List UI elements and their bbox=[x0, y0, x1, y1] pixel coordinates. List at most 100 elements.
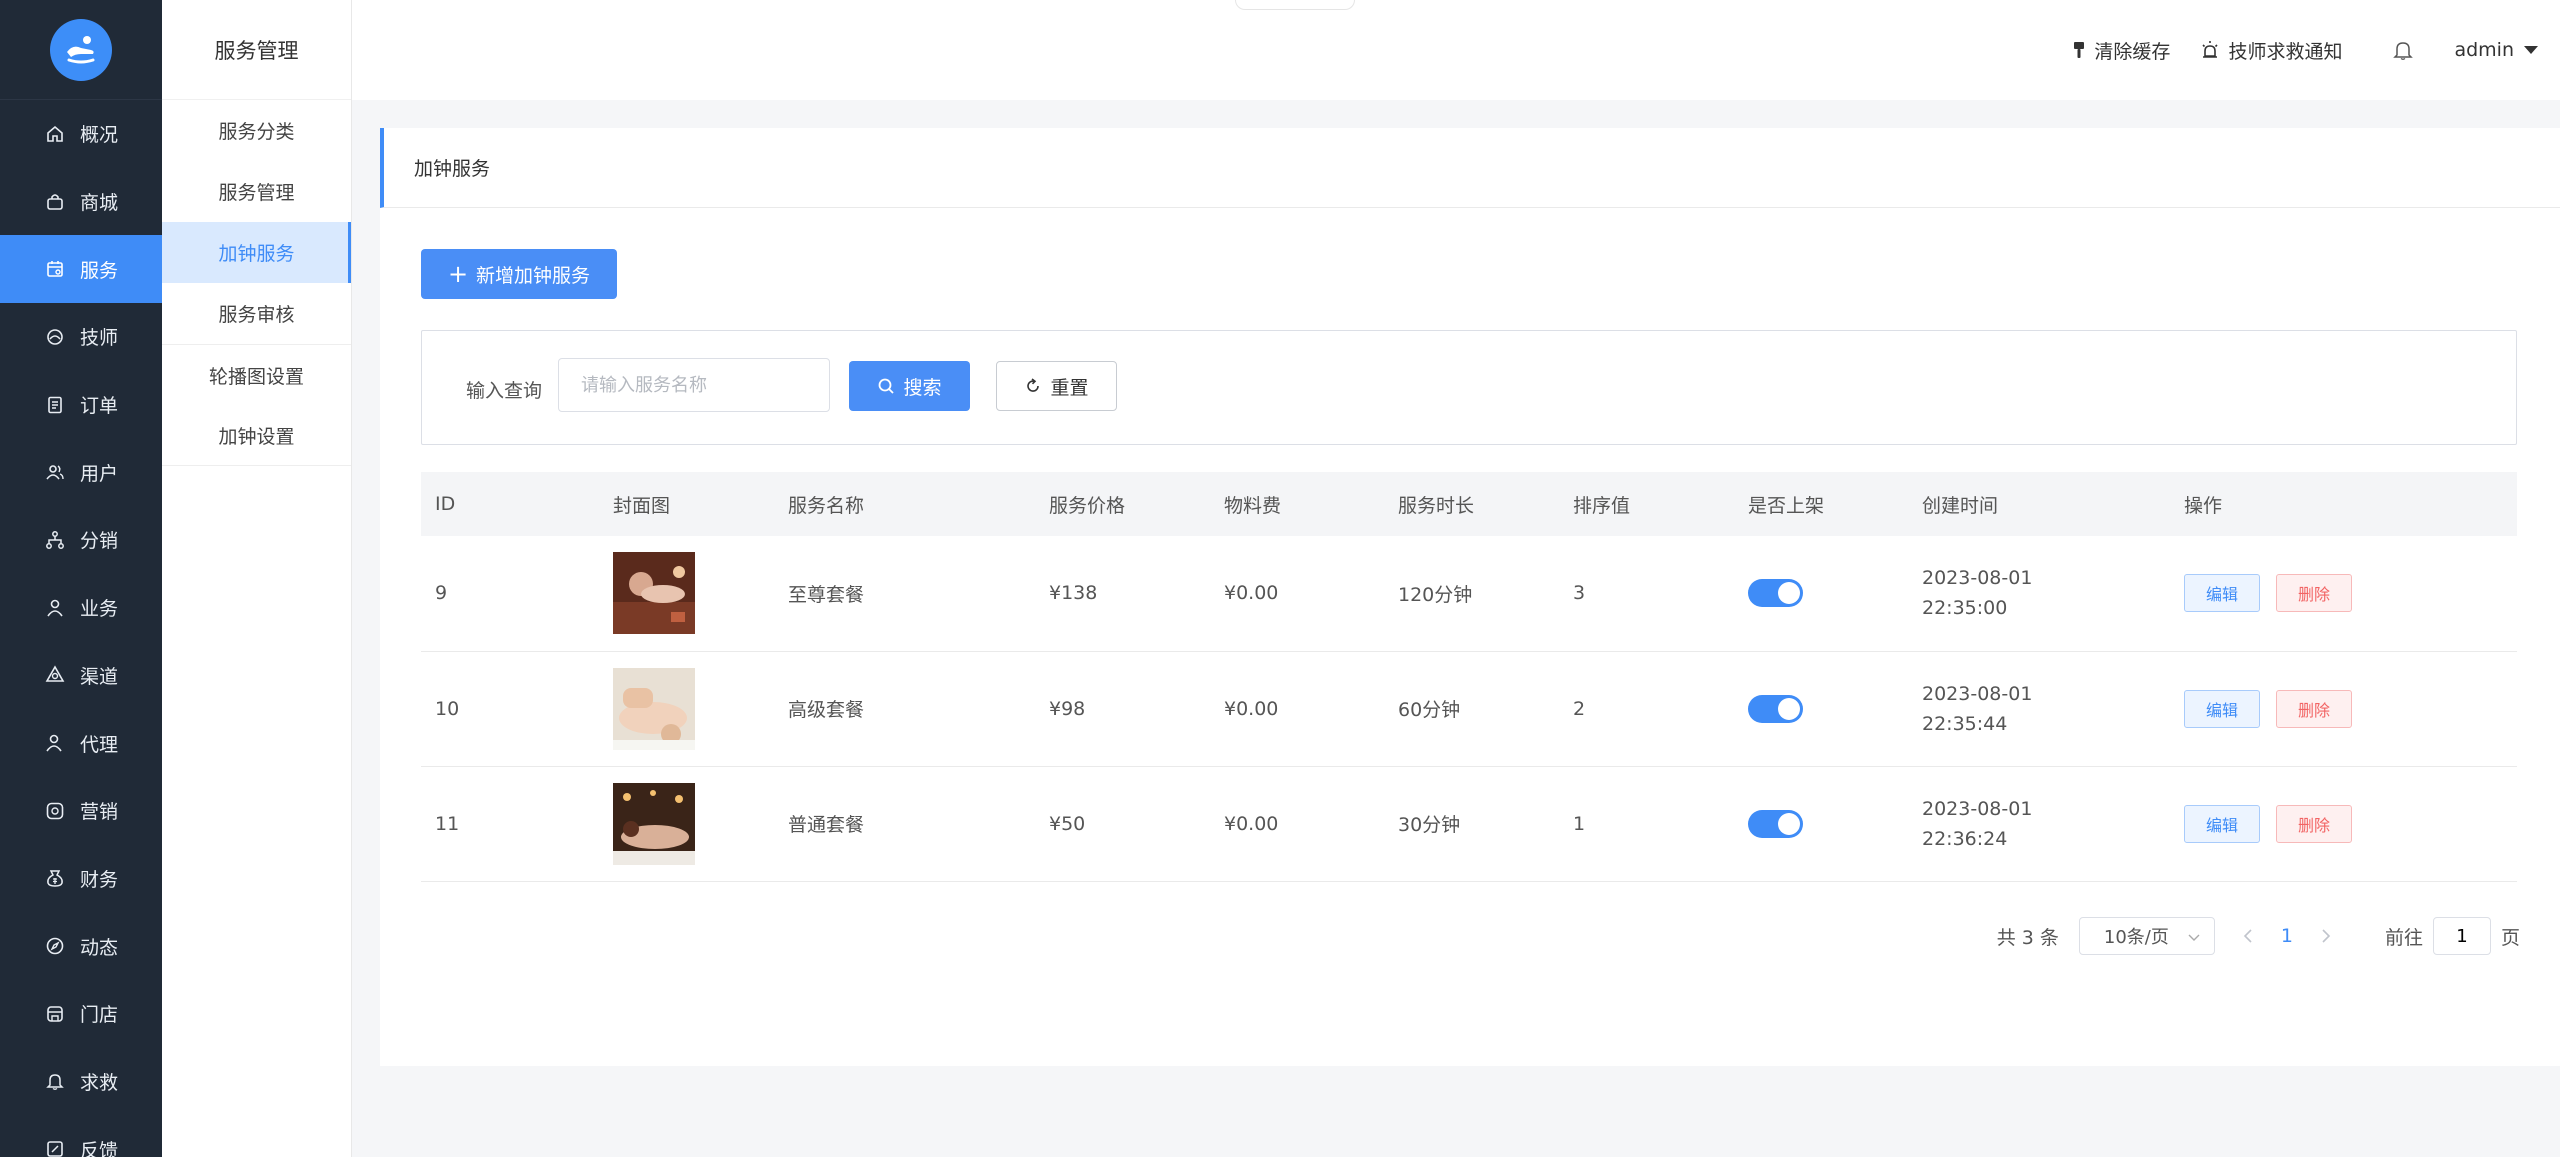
nav-item-users[interactable]: 用户 bbox=[0, 438, 162, 506]
delete-button[interactable]: 删除 bbox=[2276, 689, 2352, 728]
users-icon bbox=[44, 461, 66, 483]
search-label: 输入查询 bbox=[466, 380, 543, 402]
technician-icon bbox=[44, 326, 66, 348]
collapse-handle[interactable] bbox=[1235, 0, 1355, 10]
subnav-item-service-management[interactable]: 服务管理 bbox=[162, 161, 351, 222]
table-row: 10 高级套餐 ¥98 ¥0.00 60分钟 2 2023-08-01 22:35… bbox=[421, 651, 2517, 766]
subnav-item-service-review[interactable]: 服务审核 bbox=[162, 283, 351, 344]
nav-item-service[interactable]: 服务 bbox=[0, 235, 162, 304]
nav-item-business[interactable]: 业务 bbox=[0, 574, 162, 642]
created-time: 22:35:44 bbox=[1922, 712, 2008, 735]
nav-item-technician[interactable]: 技师 bbox=[0, 303, 162, 371]
nav-item-moments[interactable]: 动态 bbox=[0, 912, 162, 980]
next-page-chevron-icon[interactable] bbox=[2321, 924, 2331, 949]
add-button-label: 新增加钟服务 bbox=[476, 264, 591, 287]
cell-sort: 2 bbox=[1573, 697, 1586, 720]
subnav-item-overtime-settings[interactable]: 加钟设置 bbox=[162, 405, 351, 466]
feedback-icon bbox=[44, 1138, 66, 1157]
caret-down-icon bbox=[2524, 46, 2538, 54]
cell-cover bbox=[599, 766, 774, 881]
nav-item-channel[interactable]: 渠道 bbox=[0, 642, 162, 710]
nav-item-distribution[interactable]: 分销 bbox=[0, 506, 162, 574]
nav-item-feedback[interactable]: 反馈 bbox=[0, 1115, 162, 1157]
edit-button[interactable]: 编辑 bbox=[2184, 804, 2260, 843]
pagination: 共 3 条 10条/页 1 前往 页 bbox=[1997, 916, 2520, 956]
sos-notice-button[interactable]: 技师求救通知 bbox=[2200, 37, 2342, 64]
page-number-current[interactable]: 1 bbox=[2281, 925, 2293, 947]
pagination-total: 共 3 条 bbox=[1996, 926, 2059, 949]
cell-on-shelf bbox=[1734, 766, 1908, 881]
nav-item-mall[interactable]: 商城 bbox=[0, 168, 162, 236]
plus-icon: + bbox=[447, 260, 469, 288]
cell-name: 普通套餐 bbox=[788, 814, 865, 836]
nav-label: 门店 bbox=[80, 1004, 119, 1027]
nav-item-finance[interactable]: 财务 bbox=[0, 845, 162, 913]
cell-price: ¥138 bbox=[1049, 582, 1098, 605]
column-header: 排序值 bbox=[1573, 494, 1631, 517]
subnav-item-banner-settings[interactable]: 轮播图设置 bbox=[162, 344, 351, 405]
on-shelf-toggle[interactable] bbox=[1748, 579, 1803, 608]
sos-notice-label: 技师求救通知 bbox=[2228, 40, 2343, 63]
nav-item-store[interactable]: 门店 bbox=[0, 980, 162, 1048]
nav-label: 订单 bbox=[80, 395, 119, 418]
on-shelf-toggle[interactable] bbox=[1748, 809, 1803, 838]
delete-button[interactable]: 删除 bbox=[2276, 574, 2352, 613]
reset-button[interactable]: 重置 bbox=[996, 361, 1117, 411]
cell-id: 11 bbox=[435, 812, 460, 835]
reset-button-label: 重置 bbox=[1050, 376, 1089, 399]
edit-button[interactable]: 编辑 bbox=[2184, 574, 2260, 613]
created-time: 22:35:00 bbox=[1922, 597, 2008, 620]
order-document-icon bbox=[44, 394, 66, 416]
edit-button[interactable]: 编辑 bbox=[2184, 689, 2260, 728]
nav-label: 分销 bbox=[80, 530, 119, 553]
nav-item-sos[interactable]: 求救 bbox=[0, 1048, 162, 1116]
compass-icon bbox=[44, 935, 66, 957]
goto-page-input[interactable] bbox=[2432, 917, 2491, 955]
search-button-label: 搜索 bbox=[903, 376, 942, 399]
search-input[interactable] bbox=[558, 358, 830, 412]
cell-sort: 3 bbox=[1573, 582, 1586, 605]
sub-sidebar: 服务管理 服务分类 服务管理 加钟服务 服务审核 轮播图设置 加钟设置 bbox=[162, 0, 352, 1157]
cell-price: ¥98 bbox=[1049, 697, 1086, 720]
nav-label: 服务 bbox=[80, 259, 119, 282]
page-size-select[interactable]: 10条/页 bbox=[2078, 917, 2215, 955]
column-header: 服务名称 bbox=[788, 494, 865, 517]
prev-page-chevron-icon[interactable] bbox=[2243, 924, 2253, 949]
nav-item-marketing[interactable]: 营销 bbox=[0, 777, 162, 845]
column-header: 物料费 bbox=[1224, 494, 1282, 517]
on-shelf-toggle[interactable] bbox=[1748, 694, 1803, 723]
nav-label: 用户 bbox=[80, 462, 119, 485]
clear-cache-button[interactable]: 清除缓存 bbox=[2072, 37, 2170, 64]
subnav-item-overtime-service[interactable]: 加钟服务 bbox=[162, 222, 351, 283]
cell-sort: 1 bbox=[1573, 812, 1586, 835]
nav-label: 业务 bbox=[80, 598, 119, 621]
main-sidebar: 概况 商城 服务 技师 订单 用户 分销 业务 渠道 代理 营销 财务 动态 门… bbox=[0, 0, 162, 1157]
notification-bell-icon[interactable] bbox=[2392, 39, 2414, 61]
subnav-item-service-category[interactable]: 服务分类 bbox=[162, 100, 351, 161]
nav-item-overview[interactable]: 概况 bbox=[0, 100, 162, 168]
nav-label: 反馈 bbox=[80, 1139, 119, 1157]
add-overtime-service-button[interactable]: + 新增加钟服务 bbox=[421, 249, 617, 299]
delete-button[interactable]: 删除 bbox=[2276, 804, 2352, 843]
cell-on-shelf bbox=[1734, 536, 1908, 651]
overtime-service-table: ID 封面图 服务名称 服务价格 物料费 服务时长 排序值 是否上架 创建时间 … bbox=[421, 472, 2517, 882]
search-button[interactable]: 搜索 bbox=[849, 361, 970, 411]
user-menu[interactable]: admin bbox=[2454, 39, 2538, 61]
marketing-icon bbox=[44, 800, 66, 822]
search-icon bbox=[877, 377, 895, 395]
cover-image bbox=[613, 782, 695, 865]
cell-actions: 编辑 删除 bbox=[2170, 651, 2517, 766]
cell-cover bbox=[599, 651, 774, 766]
table-row: 11 普通套餐 ¥50 ¥0.00 30分钟 1 2023-08-01 22:36… bbox=[421, 766, 2517, 881]
nav-item-agent[interactable]: 代理 bbox=[0, 709, 162, 777]
cell-material: ¥0.00 bbox=[1224, 697, 1279, 720]
nav-item-order[interactable]: 订单 bbox=[0, 371, 162, 439]
goto-suffix: 页 bbox=[2500, 926, 2520, 949]
clear-cache-label: 清除缓存 bbox=[2094, 40, 2171, 63]
cell-id: 10 bbox=[435, 697, 460, 720]
column-header: 服务时长 bbox=[1398, 494, 1475, 517]
username: admin bbox=[2454, 39, 2514, 61]
channel-icon bbox=[44, 664, 66, 686]
created-date: 2023-08-01 bbox=[1922, 682, 2033, 705]
cell-actions: 编辑 删除 bbox=[2170, 766, 2517, 881]
